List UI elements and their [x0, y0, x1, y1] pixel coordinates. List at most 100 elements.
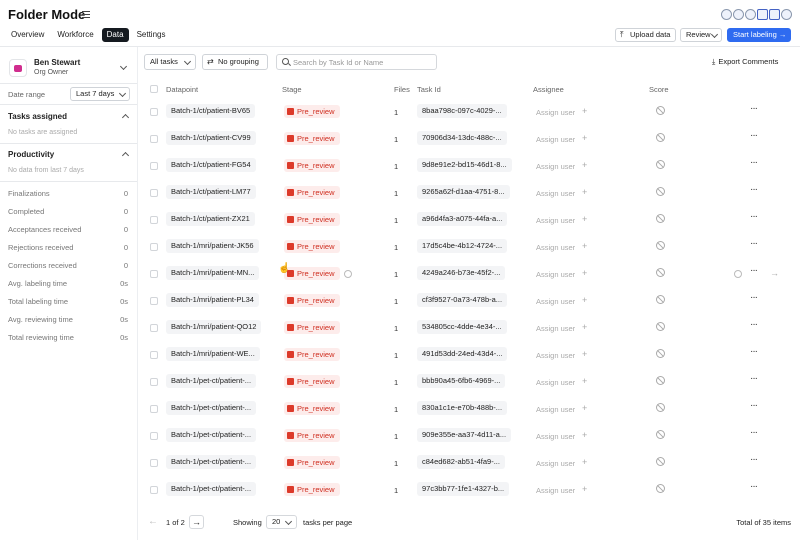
table-row[interactable]: Batch-1/mri/patient-JK56 Pre_review 1 17…: [138, 234, 800, 261]
task-id-cell[interactable]: c84ed682-ab51-4fa9-...: [417, 455, 505, 469]
task-id-cell[interactable]: 8baa798c-097c-4029-...: [417, 104, 507, 118]
clock-icon[interactable]: [344, 270, 352, 278]
menu-icon[interactable]: [82, 11, 90, 18]
more-options-icon[interactable]: ···: [750, 373, 758, 384]
plus-icon[interactable]: +: [582, 268, 587, 278]
start-labeling-button[interactable]: Start labeling →: [727, 28, 791, 42]
table-row[interactable]: Batch-1/ct/patient-CV99 Pre_review 1 709…: [138, 126, 800, 153]
more-options-icon[interactable]: ···: [750, 400, 758, 411]
row-checkbox[interactable]: [150, 405, 158, 413]
row-checkbox[interactable]: [150, 270, 158, 278]
task-id-cell[interactable]: 9265a62f-d1aa-4751-8...: [417, 185, 510, 199]
task-id-cell[interactable]: 4249a246-b73e-45f2-...: [417, 266, 506, 280]
assign-user-label[interactable]: Assign user: [536, 324, 575, 333]
plus-icon[interactable]: +: [582, 376, 587, 386]
row-checkbox[interactable]: [150, 135, 158, 143]
more-options-icon[interactable]: ···: [750, 346, 758, 357]
more-options-icon[interactable]: ···: [750, 265, 758, 276]
upload-data-button[interactable]: ⤒ Upload data: [615, 28, 676, 42]
table-row[interactable]: Batch-1/mri/patient-QO12 Pre_review 1 53…: [138, 315, 800, 342]
table-row[interactable]: Batch-1/pet-ct/patient-... Pre_review 1 …: [138, 396, 800, 423]
column-header-assignee[interactable]: Assignee: [533, 85, 564, 94]
column-header-stage[interactable]: Stage: [282, 85, 302, 94]
table-row[interactable]: Batch-1/ct/patient-FG54 Pre_review 1 9d8…: [138, 153, 800, 180]
export-comments-button[interactable]: ⤓ Export Comments: [712, 57, 778, 67]
assign-user-label[interactable]: Assign user: [536, 108, 575, 117]
task-id-cell[interactable]: bbb90a45-6fb6-4969-...: [417, 374, 506, 388]
assign-user-label[interactable]: Assign user: [536, 486, 575, 495]
task-id-cell[interactable]: 909e355e-aa37-4d11-a...: [417, 428, 512, 442]
more-options-icon[interactable]: ···: [750, 157, 758, 168]
table-row-hovered[interactable]: Batch-1/mri/patient-MN... Pre_review 1 4…: [138, 261, 800, 288]
datapoint-cell[interactable]: Batch-1/pet-ct/patient-...: [166, 401, 257, 415]
row-checkbox[interactable]: [150, 297, 158, 305]
more-options-icon[interactable]: ···: [750, 130, 758, 141]
row-checkbox[interactable]: [150, 324, 158, 332]
row-checkbox[interactable]: [150, 378, 158, 386]
more-options-icon[interactable]: ···: [750, 103, 758, 114]
search-box[interactable]: [276, 54, 437, 70]
plus-icon[interactable]: +: [582, 241, 587, 251]
plus-icon[interactable]: +: [582, 349, 587, 359]
table-row[interactable]: Batch-1/pet-ct/patient-... Pre_review 1 …: [138, 423, 800, 450]
table-row[interactable]: Batch-1/ct/patient-ZX21 Pre_review 1 a96…: [138, 207, 800, 234]
column-header-task-id[interactable]: Task Id: [417, 85, 441, 94]
column-header-files[interactable]: Files: [394, 85, 410, 94]
assign-user-label[interactable]: Assign user: [536, 405, 575, 414]
plus-icon[interactable]: +: [582, 106, 587, 116]
datapoint-cell[interactable]: Batch-1/ct/patient-ZX21: [166, 212, 255, 226]
plus-icon[interactable]: +: [582, 484, 587, 494]
tab-settings[interactable]: Settings: [132, 28, 171, 42]
plus-icon[interactable]: +: [582, 160, 587, 170]
datapoint-cell[interactable]: Batch-1/ct/patient-BV65: [166, 104, 256, 118]
review-dropdown[interactable]: Review: [680, 28, 722, 42]
plus-icon[interactable]: +: [582, 214, 587, 224]
more-options-icon[interactable]: ···: [750, 238, 758, 249]
settings-circle-icon[interactable]: [721, 9, 732, 20]
assign-user-label[interactable]: Assign user: [536, 135, 575, 144]
datapoint-cell[interactable]: Batch-1/pet-ct/patient-...: [166, 455, 257, 469]
assign-user-label[interactable]: Assign user: [536, 270, 575, 279]
column-header-score[interactable]: Score: [649, 85, 669, 94]
tab-overview[interactable]: Overview: [6, 28, 49, 42]
task-id-cell[interactable]: 97c3bb77-1fe1-4327-b...: [417, 482, 510, 496]
more-options-icon[interactable]: ···: [750, 319, 758, 330]
row-checkbox[interactable]: [150, 486, 158, 494]
more-options-icon[interactable]: ···: [750, 184, 758, 195]
row-checkbox[interactable]: [150, 108, 158, 116]
grouping-button[interactable]: ⇄ No grouping: [202, 54, 268, 70]
datapoint-cell[interactable]: Batch-1/pet-ct/patient-...: [166, 374, 257, 388]
assign-user-label[interactable]: Assign user: [536, 351, 575, 360]
task-id-cell[interactable]: cf3f9527-0a73-478b-a...: [417, 293, 508, 307]
table-row[interactable]: Batch-1/pet-ct/patient-... Pre_review 1 …: [138, 450, 800, 477]
datapoint-cell[interactable]: Batch-1/ct/patient-CV99: [166, 131, 256, 145]
task-id-cell[interactable]: 491d53dd-24ed-43d4-...: [417, 347, 508, 361]
row-checkbox[interactable]: [150, 351, 158, 359]
date-range-select[interactable]: Last 7 days: [70, 87, 130, 101]
task-id-cell[interactable]: 70906d34-13dc-488c-...: [417, 131, 507, 145]
more-options-icon[interactable]: ···: [750, 481, 758, 492]
assign-user-label[interactable]: Assign user: [536, 459, 575, 468]
assign-user-label[interactable]: Assign user: [536, 378, 575, 387]
task-filter-select[interactable]: All tasks: [144, 54, 196, 70]
search-input[interactable]: [293, 56, 433, 68]
datapoint-cell[interactable]: Batch-1/ct/patient-LM77: [166, 185, 256, 199]
column-header-datapoint[interactable]: Datapoint: [166, 85, 198, 94]
more-options-icon[interactable]: ···: [750, 454, 758, 465]
table-row[interactable]: Batch-1/ct/patient-BV65 Pre_review 1 8ba…: [138, 99, 800, 126]
plus-icon[interactable]: +: [582, 430, 587, 440]
task-id-cell[interactable]: 9d8e91e2-bd15-46d1-8...: [417, 158, 512, 172]
datapoint-cell[interactable]: Batch-1/mri/patient-MN...: [166, 266, 260, 280]
datapoint-cell[interactable]: Batch-1/mri/patient-WE...: [166, 347, 260, 361]
plus-icon[interactable]: +: [582, 457, 587, 467]
document-icon[interactable]: [769, 9, 780, 20]
assign-user-label[interactable]: Assign user: [536, 243, 575, 252]
next-page-button[interactable]: →: [189, 515, 204, 529]
task-id-cell[interactable]: 830a1c1e-e70b-488b-...: [417, 401, 508, 415]
table-row[interactable]: Batch-1/mri/patient-WE... Pre_review 1 4…: [138, 342, 800, 369]
plus-icon[interactable]: +: [582, 322, 587, 332]
user-icon[interactable]: [745, 9, 756, 20]
more-options-icon[interactable]: ···: [750, 211, 758, 222]
table-row[interactable]: Batch-1/pet-ct/patient-... Pre_review 1 …: [138, 369, 800, 396]
more-options-icon[interactable]: ···: [750, 292, 758, 303]
